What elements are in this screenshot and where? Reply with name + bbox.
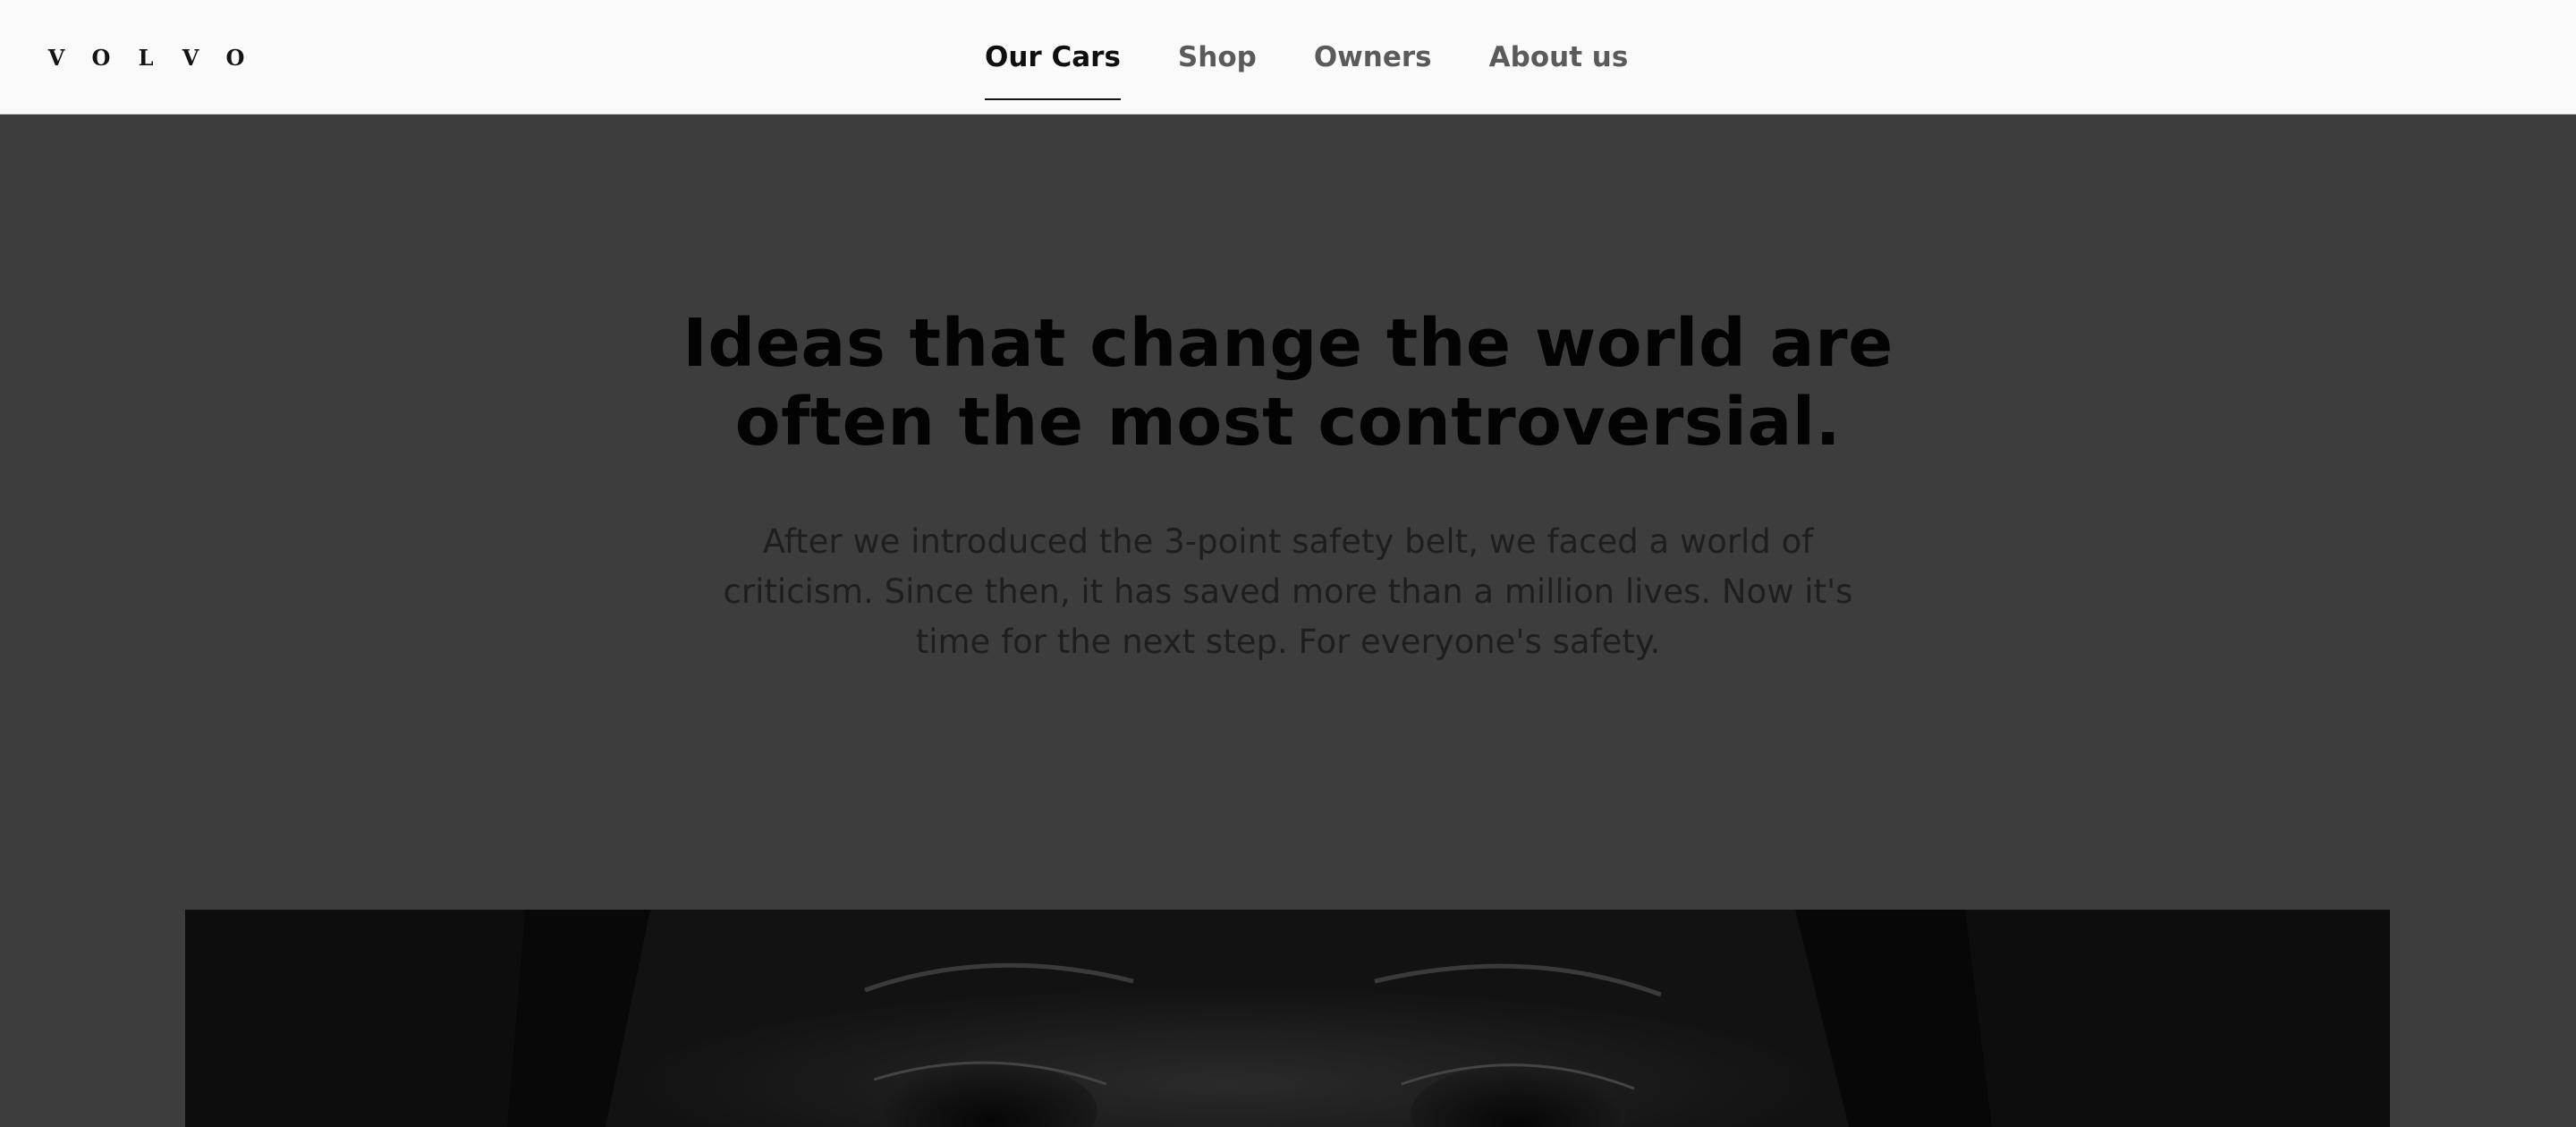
logo-letter: L: [138, 44, 154, 71]
child-face-photo-icon: [185, 910, 2390, 1127]
logo-letter: O: [91, 44, 111, 71]
logo-letter: V: [47, 44, 65, 71]
nav-item-about-us[interactable]: About us: [1489, 0, 1629, 114]
hero-body-text: After we introduced the 3-point safety b…: [723, 522, 1853, 661]
main-nav: Our Cars Shop Owners About us: [985, 0, 1628, 114]
hero-section: Ideas that change the world are often th…: [0, 114, 2576, 1127]
hero-headline: Ideas that change the world are often th…: [682, 305, 1894, 461]
site-header: V O L V O Our Cars Shop Owners About us: [0, 0, 2576, 114]
volvo-logo[interactable]: V O L V O: [43, 43, 249, 72]
logo-letter: O: [225, 44, 245, 71]
nav-item-our-cars[interactable]: Our Cars: [985, 0, 1121, 114]
nav-item-owners[interactable]: Owners: [1314, 0, 1432, 114]
hero-image: [185, 910, 2390, 1127]
logo-letter: V: [182, 44, 199, 71]
nav-item-shop[interactable]: Shop: [1178, 0, 1257, 114]
